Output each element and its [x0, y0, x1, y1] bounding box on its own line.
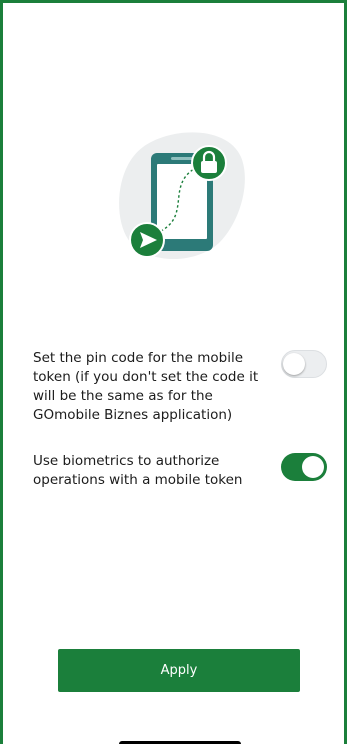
biometrics-label: Use biometrics to authorize operations w… [33, 453, 243, 488]
toggle-knob [283, 353, 305, 375]
biometrics-toggle[interactable] [281, 453, 327, 481]
biometrics-setting: Use biometrics to authorize operations w… [33, 452, 333, 492]
phone-lock-send-illustration [115, 129, 245, 264]
toggle-knob [302, 456, 324, 478]
pin-code-setting: Set the pin code for the mobile token (i… [33, 349, 333, 429]
phone-lock-send-icon [119, 132, 245, 260]
screen-frame: Set the pin code for the mobile token (i… [0, 0, 347, 744]
pin-code-toggle[interactable] [281, 350, 327, 378]
pin-code-label: Set the pin code for the mobile token (i… [33, 350, 259, 423]
apply-button[interactable]: Apply [58, 649, 300, 692]
